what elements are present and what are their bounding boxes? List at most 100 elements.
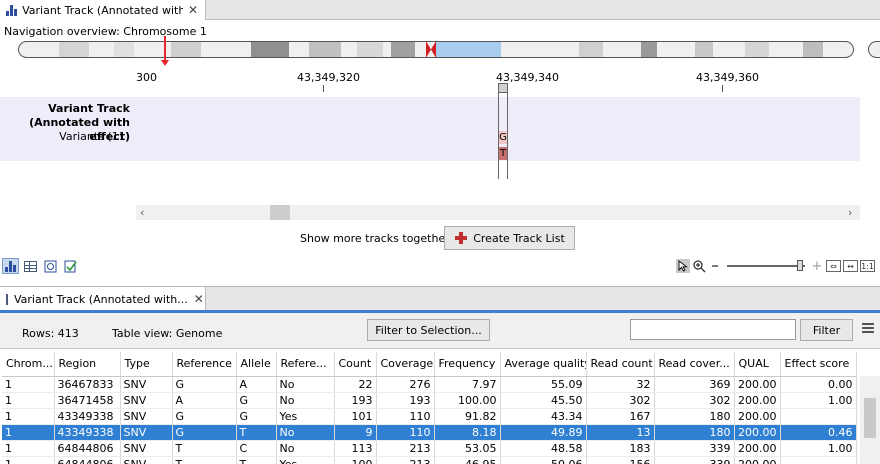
close-tab-icon[interactable]: ✕ [194, 292, 204, 306]
table-cell: 1.00 [780, 440, 857, 457]
filter-to-selection-button[interactable]: Filter to Selection... [367, 319, 490, 341]
navigation-position-marker[interactable] [161, 36, 169, 66]
table-row[interactable]: 1 36467833 SNV G A No 22 276 7.97 55.09 32 369 200.0… [2, 376, 857, 393]
table-cell: 200.00 [734, 424, 781, 441]
width-icon[interactable]: ↔ [843, 260, 858, 272]
table-cell: No [276, 440, 335, 457]
ruler-label: 43,349,320 [297, 71, 360, 84]
table-row[interactable]: 1 36471458 SNV A G No 193 193 100.00 45.50 302 302 2… [2, 392, 857, 409]
table-cell: A [236, 376, 277, 393]
table-cell: 276 [376, 376, 435, 393]
ruler-label: 43,349,360 [696, 71, 759, 84]
table-toolbar: Rows: 413 Table view: Genome Filter to S… [0, 313, 880, 349]
bar-chart-icon [6, 4, 17, 16]
table-cell: 101 [334, 408, 377, 425]
column-header[interactable]: Allele [236, 352, 277, 377]
table-cell: 339 [654, 456, 735, 464]
variant-allele[interactable]: T [499, 147, 507, 160]
table-cell: 110 [376, 408, 435, 425]
zoom-slider[interactable] [727, 260, 805, 271]
variant-table: Chrom... Region Type Reference Allele Re… [2, 352, 857, 464]
horizontal-scrollbar[interactable]: ‹ › [136, 205, 860, 220]
table-cell: 45.50 [500, 392, 587, 409]
table-cell: 1 [2, 408, 55, 425]
table-cell: 43.34 [500, 408, 587, 425]
table-cell: 100.00 [434, 392, 501, 409]
scroll-left-icon[interactable]: ‹ [140, 205, 144, 220]
column-header[interactable]: Frequency [434, 352, 501, 377]
table-row[interactable]: 1 43349338 SNV G G Yes 101 110 91.82 43.34 167 180 2… [2, 408, 857, 425]
table-icon [6, 293, 8, 305]
table-cell: T [236, 456, 277, 464]
filter-input[interactable] [630, 319, 796, 340]
column-header[interactable]: Region [54, 352, 121, 377]
table-row[interactable]: 1 43349338 SNV G T No 9 110 8.18 49.89 13 180 200.00… [2, 424, 857, 441]
zoom-plus-icon[interactable]: + [810, 259, 824, 274]
table-cell: 43349338 [54, 424, 121, 441]
table-cell: 22 [334, 376, 377, 393]
variant-track-tab[interactable]: Variant Track (Annotated with... ✕ [0, 0, 206, 20]
table-cell: 1 [2, 376, 55, 393]
table-cell: G [236, 408, 277, 425]
create-track-list-button[interactable]: Create Track List [444, 226, 575, 250]
variant-allele[interactable]: G [499, 131, 507, 144]
bottom-tab-bar: Variant Track (Annotated with... ✕ [0, 286, 880, 312]
column-header[interactable]: Refere... [276, 352, 335, 377]
table-cell: 0.00 [780, 376, 857, 393]
column-header[interactable]: Read cover... [654, 352, 735, 377]
column-header[interactable]: Effect score [780, 352, 857, 377]
zoom-in-icon[interactable] [692, 259, 706, 273]
table-cell: 0.46 [780, 424, 857, 441]
zoom-out-icon[interactable] [708, 259, 722, 273]
column-header[interactable]: QUAL [734, 352, 781, 377]
table-cell: 1 [2, 456, 55, 464]
table-cell: 46.95 [434, 456, 501, 464]
column-header[interactable]: Reference [172, 352, 237, 377]
table-cell: 1 [2, 392, 55, 409]
table-cell: 1 [2, 424, 55, 441]
table-cell: 64844806 [54, 456, 121, 464]
scroll-right-icon[interactable]: › [848, 205, 852, 220]
table-cell: 339 [654, 440, 735, 457]
track-variant-count: Variants (11) [59, 130, 130, 143]
table-row[interactable]: 1 64844806 SNV T C No 113 213 53.05 48.58 183 339 20… [2, 440, 857, 457]
table-view-icon[interactable] [22, 258, 39, 274]
view-mode-bar [2, 258, 79, 274]
scrollbar-thumb[interactable] [864, 398, 876, 438]
column-header[interactable]: Read count [586, 352, 655, 377]
more-tracks-label: Show more tracks together: [300, 232, 454, 245]
navigation-overview-label: Navigation overview: Chromosome 1 [4, 25, 207, 38]
zoom-slider-knob[interactable] [797, 260, 803, 271]
graph-view-icon[interactable] [2, 258, 19, 274]
table-cell: 13 [586, 424, 655, 441]
table-row[interactable]: 1 64844806 SNV T T Yes 100 213 46.95 50.06 156 339 2… [2, 456, 857, 464]
table-cell: No [276, 424, 335, 441]
table-cell: SNV [120, 408, 173, 425]
table-cell: 43349338 [54, 408, 121, 425]
table-cell: 167 [586, 408, 655, 425]
pointer-icon[interactable] [676, 259, 690, 273]
column-header[interactable]: Average quality [500, 352, 587, 377]
column-header[interactable]: Chrom... [2, 352, 55, 377]
table-cell [780, 408, 857, 425]
table-cell: 180 [654, 424, 735, 441]
close-tab-icon[interactable]: ✕ [188, 3, 198, 17]
one-to-one-button[interactable]: 1:1 [860, 260, 875, 272]
column-header[interactable]: Count [334, 352, 377, 377]
menu-icon[interactable] [862, 323, 874, 333]
position-cursor-handle[interactable] [498, 83, 508, 93]
table-cell: 100 [334, 456, 377, 464]
vertical-scrollbar[interactable] [860, 376, 880, 464]
fit-icon[interactable]: ⇔ [826, 260, 841, 272]
variant-table-tab[interactable]: Variant Track (Annotated with... ✕ [0, 287, 206, 311]
scrollbar-thumb[interactable] [270, 205, 290, 220]
history-icon[interactable] [42, 258, 59, 274]
table-cell: 193 [334, 392, 377, 409]
column-header[interactable]: Coverage [376, 352, 435, 377]
table-cell: 50.06 [500, 456, 587, 464]
column-header[interactable]: Type [120, 352, 173, 377]
filter-button[interactable]: Filter [800, 319, 853, 341]
chromosome-ideogram[interactable] [18, 41, 854, 58]
table-cell: G [236, 392, 277, 409]
notes-icon[interactable] [62, 258, 79, 274]
